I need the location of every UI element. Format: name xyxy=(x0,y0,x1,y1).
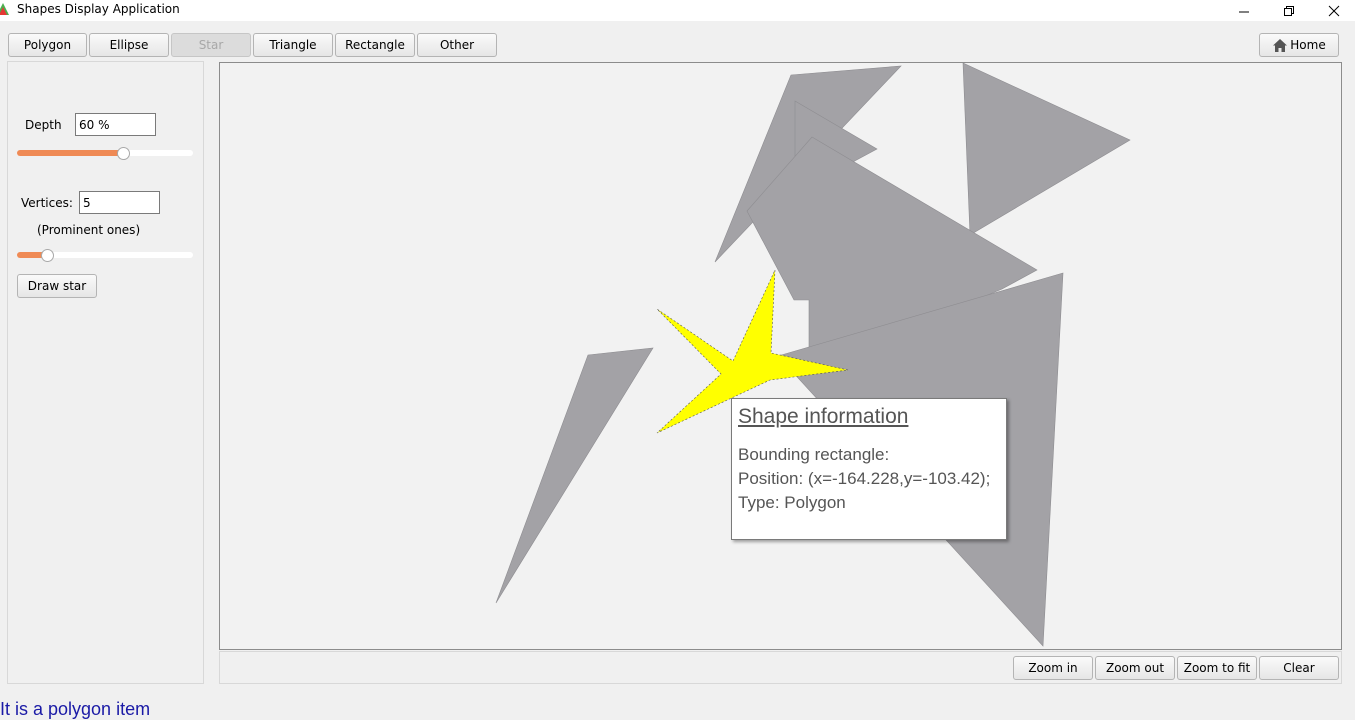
depth-slider[interactable] xyxy=(17,150,193,156)
depth-slider-fill xyxy=(17,150,123,156)
vertices-input[interactable]: 5 xyxy=(79,191,160,214)
vertices-note: (Prominent ones) xyxy=(37,223,141,237)
minimize-icon xyxy=(1239,11,1249,12)
star-button[interactable]: Star xyxy=(171,33,251,57)
home-icon xyxy=(1273,38,1288,52)
home-button[interactable]: Home xyxy=(1259,33,1339,57)
title-bar: Shapes Display Application xyxy=(0,0,1355,21)
ellipse-button[interactable]: Ellipse xyxy=(89,33,169,57)
draw-star-button[interactable]: Draw star xyxy=(17,274,97,298)
restore-icon xyxy=(1284,5,1294,16)
rectangle-button[interactable]: Rectangle xyxy=(335,33,415,57)
canvas-drawing xyxy=(495,63,1131,647)
vertices-slider-thumb[interactable] xyxy=(41,249,54,262)
window-title: Shapes Display Application xyxy=(17,2,180,16)
polygon-shape[interactable] xyxy=(495,347,654,604)
shape-info-tooltip: Shape information Bounding rectangle: Po… xyxy=(731,398,1007,540)
triangle-button[interactable]: Triangle xyxy=(253,33,333,57)
polygon-shape[interactable] xyxy=(962,63,1131,236)
depth-label: Depth xyxy=(25,118,62,132)
zoom-out-button[interactable]: Zoom out xyxy=(1095,656,1175,680)
tooltip-title: Shape information xyxy=(738,405,909,428)
polygon-button[interactable]: Polygon xyxy=(8,33,87,57)
tooltip-type: Type: Polygon xyxy=(738,493,846,512)
zoom-to-fit-button[interactable]: Zoom to fit xyxy=(1177,656,1257,680)
zoom-in-button[interactable]: Zoom in xyxy=(1013,656,1093,680)
tooltip-bounding-label: Bounding rectangle: xyxy=(738,445,890,464)
depth-input[interactable]: 60 % xyxy=(75,113,156,136)
depth-slider-thumb[interactable] xyxy=(117,147,130,160)
restore-button[interactable] xyxy=(1266,0,1312,21)
app-logo-icon xyxy=(0,3,9,15)
clear-button[interactable]: Clear xyxy=(1259,656,1339,680)
minimize-button[interactable] xyxy=(1221,0,1267,21)
star-options-panel: Depth 60 % Vertices: 5 (Prominent ones) … xyxy=(7,61,204,684)
close-window-button[interactable] xyxy=(1311,0,1355,21)
other-button[interactable]: Other xyxy=(417,33,497,57)
home-button-label: Home xyxy=(1290,38,1326,52)
tooltip-position: Position: (x=-164.228,y=-103.42); xyxy=(738,469,991,488)
vertices-label: Vertices: xyxy=(21,196,73,210)
status-message: It is a polygon item xyxy=(0,699,151,719)
close-icon xyxy=(1328,5,1340,16)
drawing-canvas[interactable] xyxy=(219,62,1342,650)
